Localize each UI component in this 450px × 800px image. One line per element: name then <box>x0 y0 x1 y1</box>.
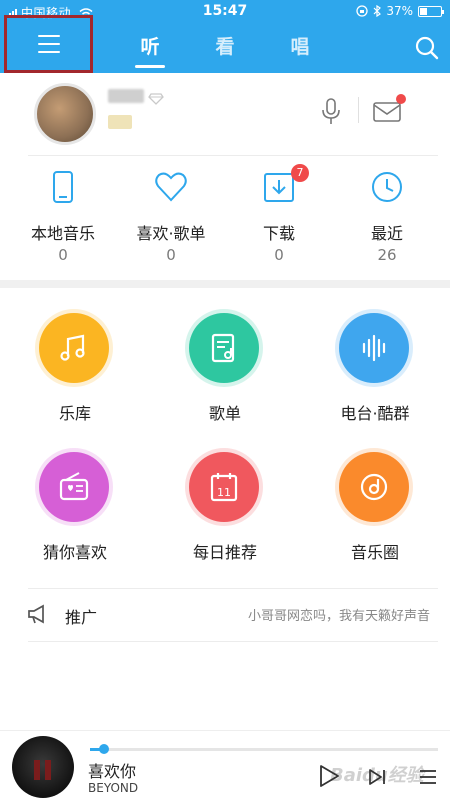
local-music-label: 本地音乐 <box>30 224 95 243</box>
download-label: 下载 <box>262 224 295 243</box>
music-circle-label: 音乐圈 <box>350 543 399 562</box>
download-badge: 7 <box>291 164 309 182</box>
phone-icon <box>53 171 73 203</box>
battery-percent: 37% <box>386 4 413 18</box>
playlist-button[interactable]: 歌单 <box>150 313 300 443</box>
battery-icon <box>418 5 444 17</box>
music-library-button[interactable]: 乐库 <box>0 313 150 443</box>
promo-label: 推广 <box>65 608 98 627</box>
diamond-icon[interactable] <box>148 93 164 105</box>
playlist-circle <box>189 313 259 383</box>
top-header: 中国移动 15:47 37% 听 看 唱 <box>0 0 450 73</box>
playlist-queue-icon[interactable] <box>418 769 438 785</box>
divider-line <box>28 155 438 156</box>
tab-sing[interactable]: 唱 <box>280 32 320 68</box>
playlist-icon <box>211 333 235 363</box>
recent-label: 最近 <box>370 224 403 243</box>
quick-access-row: 本地音乐 0 喜欢·歌单 0 7 下载 0 最近 26 <box>0 158 450 278</box>
search-icon[interactable] <box>414 35 440 61</box>
main-tabs: 听 看 唱 <box>130 32 320 68</box>
download-button[interactable]: 7 下载 0 <box>229 158 329 278</box>
recent-button[interactable]: 最近 26 <box>337 158 437 278</box>
calendar-icon: 11 <box>210 473 238 502</box>
mini-player[interactable]: 喜欢你 BEYOND Baidu经验 <box>0 730 450 800</box>
username-blurred[interactable] <box>108 89 144 103</box>
radio-station-button[interactable]: 电台·酷群 <box>300 313 450 443</box>
progress-knob[interactable] <box>98 744 109 754</box>
music-library-circle <box>39 313 109 383</box>
calendar-date: 11 <box>217 486 231 499</box>
album-art[interactable] <box>12 736 74 798</box>
guess-you-like-circle <box>39 452 109 522</box>
profile-divider <box>358 97 359 123</box>
promo-row[interactable]: 推广 小哥哥网恋吗，我有天籁好声音 <box>0 590 450 640</box>
heart-icon <box>155 172 187 202</box>
guess-you-like-label: 猜你喜欢 <box>42 543 107 562</box>
radio-station-circle <box>339 313 409 383</box>
status-right: 37% <box>356 4 444 18</box>
mail-notification-dot <box>396 94 406 104</box>
music-library-label: 乐库 <box>58 404 91 423</box>
playlist-label: 歌单 <box>208 404 241 423</box>
music-circle-button[interactable]: 音乐圈 <box>300 452 450 582</box>
local-music-count: 0 <box>58 246 68 264</box>
daily-recommend-button[interactable]: 11 每日推荐 <box>150 452 300 582</box>
favorites-button[interactable]: 喜欢·歌单 0 <box>121 158 221 278</box>
tab-watch[interactable]: 看 <box>205 32 245 68</box>
play-icon[interactable] <box>318 764 340 788</box>
menu-icon <box>37 35 60 53</box>
clock-icon <box>372 172 402 202</box>
local-music-button[interactable]: 本地音乐 0 <box>13 158 113 278</box>
next-track-icon[interactable] <box>368 768 386 786</box>
daily-recommend-label: 每日推荐 <box>192 543 257 562</box>
megaphone-icon <box>28 604 44 624</box>
daily-recommend-circle: 11 <box>189 452 259 522</box>
music-circle-circle <box>339 452 409 522</box>
favorites-count: 0 <box>166 246 176 264</box>
radio-station-label: 电台·酷群 <box>340 404 410 423</box>
vip-badge[interactable] <box>108 115 132 129</box>
tab-listen[interactable]: 听 <box>130 32 170 68</box>
promo-text[interactable]: 小哥哥网恋吗，我有天籁好声音 <box>248 605 430 624</box>
song-title: 喜欢你 <box>88 762 137 781</box>
avatar[interactable] <box>34 83 96 145</box>
microphone-icon[interactable] <box>318 97 344 127</box>
profile-section <box>0 73 450 156</box>
radio-icon <box>59 472 89 501</box>
guess-you-like-button[interactable]: 猜你喜欢 <box>0 452 150 582</box>
download-count: 0 <box>274 246 284 264</box>
bluetooth-icon <box>373 5 382 17</box>
song-artist: BEYOND <box>88 781 139 795</box>
battery-fill <box>420 7 427 15</box>
app-screen: 中国移动 15:47 37% 听 看 唱 本地音乐 0 喜欢·歌单 0 7 下载… <box>0 0 450 800</box>
progress-bar[interactable] <box>90 744 438 754</box>
divider-line <box>28 588 438 589</box>
divider-line <box>28 641 438 642</box>
section-separator <box>0 280 450 288</box>
recent-count: 26 <box>377 246 397 264</box>
disc-icon <box>360 473 388 501</box>
rotation-lock-icon <box>356 5 368 17</box>
favorites-label: 喜欢·歌单 <box>136 224 206 243</box>
menu-button[interactable] <box>4 15 93 73</box>
soundwave-icon <box>362 334 386 362</box>
music-note-icon <box>60 334 85 361</box>
